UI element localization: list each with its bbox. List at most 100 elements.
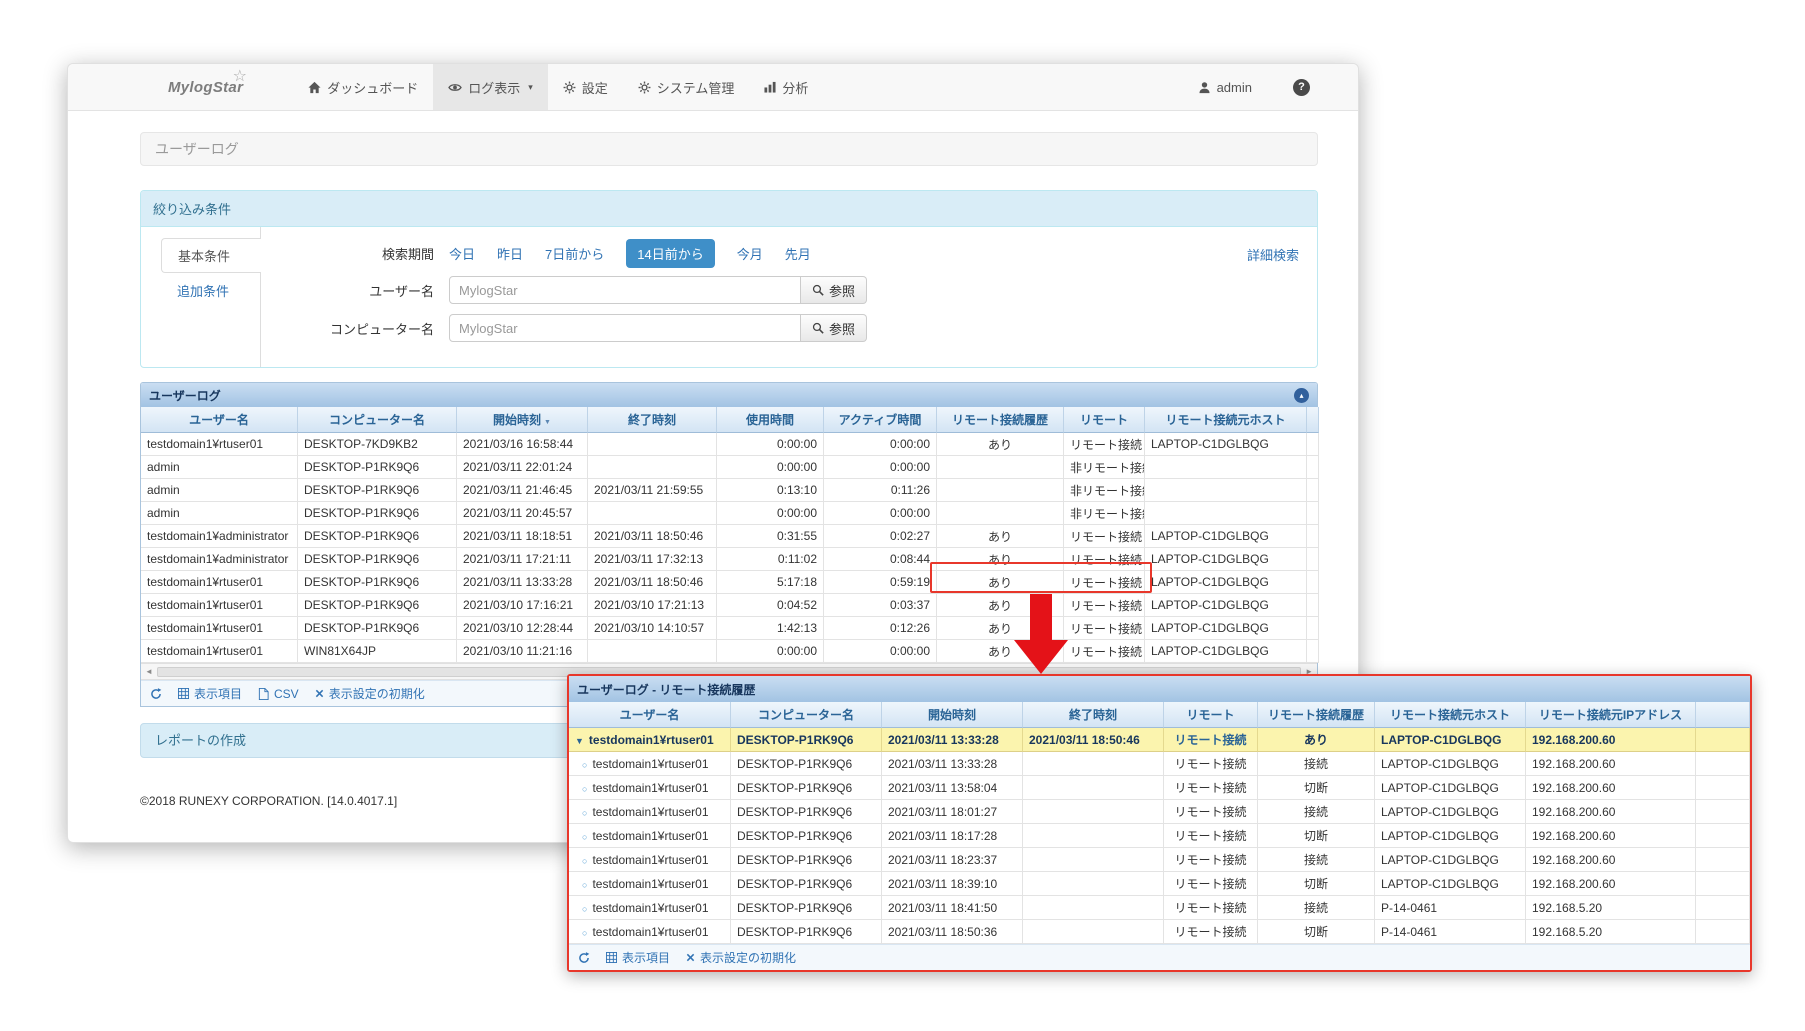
remote-history-cell[interactable]: あり bbox=[937, 640, 1064, 663]
row-filler bbox=[1307, 548, 1319, 571]
remote-history-detail-row[interactable]: ○testdomain1¥rtuser01DESKTOP-P1RK9Q62021… bbox=[569, 848, 1750, 872]
remote-history-detail-row[interactable]: ○testdomain1¥rtuser01DESKTOP-P1RK9Q62021… bbox=[569, 872, 1750, 896]
computer-input-group: 参照 bbox=[449, 314, 867, 342]
brand-logo[interactable]: MylogStar ☆ bbox=[168, 64, 243, 110]
help-button[interactable]: ? bbox=[1293, 79, 1310, 96]
usage-time-cell: 0:31:55 bbox=[717, 525, 824, 548]
start-time-cell: 2021/03/10 12:28:44 bbox=[457, 617, 588, 640]
remote-history-detail-row[interactable]: ○testdomain1¥rtuser01DESKTOP-P1RK9Q62021… bbox=[569, 776, 1750, 800]
user-menu[interactable]: admin bbox=[1183, 80, 1267, 95]
col-header-start[interactable]: 開始時刻 bbox=[882, 702, 1023, 728]
remote-ip-cell: 192.168.200.60 bbox=[1526, 752, 1696, 776]
remote-history-detail-row[interactable]: ○testdomain1¥rtuser01DESKTOP-P1RK9Q62021… bbox=[569, 896, 1750, 920]
period-yesterday[interactable]: 昨日 bbox=[497, 244, 523, 263]
col-header-computer[interactable]: コンピューター名 bbox=[731, 702, 882, 728]
col-header-remote[interactable]: リモート bbox=[1164, 702, 1258, 728]
col-header-end[interactable]: 終了時刻 bbox=[1023, 702, 1164, 728]
col-header-remote-history[interactable]: リモート接続履歴 bbox=[937, 407, 1064, 433]
csv-button[interactable]: CSV bbox=[258, 687, 299, 701]
col-header-remote-history[interactable]: リモート接続履歴 bbox=[1258, 702, 1375, 728]
refresh-button[interactable] bbox=[578, 952, 590, 964]
refresh-button[interactable] bbox=[150, 688, 162, 700]
remote-history-detail-row[interactable]: ○testdomain1¥rtuser01DESKTOP-P1RK9Q62021… bbox=[569, 800, 1750, 824]
end-time-cell: 2021/03/11 18:50:46 bbox=[588, 571, 717, 594]
col-header-remote-host[interactable]: リモート接続元ホスト bbox=[1145, 407, 1307, 433]
col-header-user[interactable]: ユーザー名 bbox=[569, 702, 731, 728]
expand-triangle-icon[interactable]: ▼ bbox=[575, 736, 584, 746]
log-table-row[interactable]: testdomain1¥rtuser01WIN81X64JP2021/03/10… bbox=[141, 640, 1319, 663]
user-cell: ○testdomain1¥rtuser01 bbox=[569, 848, 731, 872]
computer-cell: DESKTOP-P1RK9Q6 bbox=[731, 752, 882, 776]
remote-history-cell[interactable]: あり bbox=[937, 525, 1064, 548]
end-time-cell bbox=[1023, 824, 1164, 848]
user-cell: ○testdomain1¥rtuser01 bbox=[569, 920, 731, 944]
computer-cell: DESKTOP-P1RK9Q6 bbox=[298, 525, 457, 548]
remote-history-cell[interactable]: あり bbox=[937, 571, 1064, 594]
nav-settings[interactable]: 設定 bbox=[548, 64, 623, 110]
period-this-month[interactable]: 今月 bbox=[737, 244, 763, 263]
display-items-button[interactable]: 表示項目 bbox=[178, 685, 242, 702]
col-header-remote-ip[interactable]: リモート接続元IPアドレス bbox=[1526, 702, 1696, 728]
col-header-remote[interactable]: リモート bbox=[1064, 407, 1145, 433]
question-icon: ? bbox=[1298, 81, 1305, 93]
log-table-row[interactable]: testdomain1¥administratorDESKTOP-P1RK9Q6… bbox=[141, 525, 1319, 548]
nav-right: admin ? bbox=[1183, 64, 1358, 110]
col-header-remote-host[interactable]: リモート接続元ホスト bbox=[1375, 702, 1526, 728]
end-time-cell bbox=[1023, 920, 1164, 944]
period-7days[interactable]: 7日前から bbox=[545, 244, 604, 263]
record-circle-icon: ○ bbox=[582, 856, 587, 866]
tab-additional-conditions[interactable]: 追加条件 bbox=[161, 273, 260, 308]
remote-history-detail-row[interactable]: ○testdomain1¥rtuser01DESKTOP-P1RK9Q62021… bbox=[569, 824, 1750, 848]
log-table-row[interactable]: adminDESKTOP-P1RK9Q62021/03/11 22:01:240… bbox=[141, 456, 1319, 479]
period-14days[interactable]: 14日前から bbox=[626, 239, 714, 268]
log-table-row[interactable]: adminDESKTOP-P1RK9Q62021/03/11 20:45:570… bbox=[141, 502, 1319, 525]
log-table-row[interactable]: testdomain1¥administratorDESKTOP-P1RK9Q6… bbox=[141, 548, 1319, 571]
reset-display-button[interactable]: 表示設定の初期化 bbox=[315, 685, 425, 702]
computer-input[interactable] bbox=[449, 314, 801, 342]
col-header-user[interactable]: ユーザー名 bbox=[141, 407, 298, 433]
log-table-row[interactable]: testdomain1¥rtuser01DESKTOP-P1RK9Q62021/… bbox=[141, 594, 1319, 617]
remote-history-cell[interactable]: あり bbox=[937, 594, 1064, 617]
remote-history-cell[interactable]: あり bbox=[937, 548, 1064, 571]
col-header-computer[interactable]: コンピューター名 bbox=[298, 407, 457, 433]
sort-desc-icon: ▼ bbox=[544, 419, 551, 426]
record-circle-icon: ○ bbox=[582, 880, 587, 890]
remote-history-cell[interactable]: あり bbox=[937, 433, 1064, 456]
advanced-search-link[interactable]: 詳細検索 bbox=[1247, 245, 1299, 264]
end-time-cell: 2021/03/11 18:50:46 bbox=[1023, 728, 1164, 752]
period-today[interactable]: 今日 bbox=[449, 244, 475, 263]
remote-history-detail-row[interactable]: ○testdomain1¥rtuser01DESKTOP-P1RK9Q62021… bbox=[569, 752, 1750, 776]
col-header-usage[interactable]: 使用時間 bbox=[717, 407, 824, 433]
log-table-row[interactable]: testdomain1¥rtuser01DESKTOP-P1RK9Q62021/… bbox=[141, 571, 1319, 594]
computer-cell: DESKTOP-P1RK9Q6 bbox=[298, 502, 457, 525]
nav-analysis[interactable]: 分析 bbox=[749, 64, 823, 110]
nav-dashboard[interactable]: ダッシュボード bbox=[293, 64, 433, 110]
record-circle-icon: ○ bbox=[582, 928, 587, 938]
scroll-left-icon[interactable]: ◄ bbox=[145, 668, 153, 676]
remote-cell: リモート接続 bbox=[1164, 776, 1258, 800]
col-header-end[interactable]: 終了時刻 bbox=[588, 407, 717, 433]
collapse-button[interactable]: ▴ bbox=[1294, 388, 1309, 403]
user-name-text: testdomain1¥rtuser01 bbox=[589, 733, 714, 747]
period-last-month[interactable]: 先月 bbox=[785, 244, 811, 263]
end-time-cell bbox=[588, 456, 717, 479]
reset-display-button[interactable]: 表示設定の初期化 bbox=[686, 949, 796, 966]
computer-browse-button[interactable]: 参照 bbox=[801, 314, 867, 342]
log-table-row[interactable]: testdomain1¥rtuser01DESKTOP-7KD9KB22021/… bbox=[141, 433, 1319, 456]
remote-history-cell[interactable]: あり bbox=[937, 617, 1064, 640]
tab-basic-conditions[interactable]: 基本条件 bbox=[161, 238, 261, 273]
user-log-panel-header[interactable]: ユーザーログ ▴ bbox=[141, 383, 1317, 407]
log-table-row[interactable]: adminDESKTOP-P1RK9Q62021/03/11 21:46:452… bbox=[141, 479, 1319, 502]
nav-log-display[interactable]: ログ表示 ▾ bbox=[433, 64, 548, 110]
remote-history-parent-row[interactable]: ▼testdomain1¥rtuser01DESKTOP-P1RK9Q62021… bbox=[569, 728, 1750, 752]
display-items-button[interactable]: 表示項目 bbox=[606, 949, 670, 966]
remote-history-detail-row[interactable]: ○testdomain1¥rtuser01DESKTOP-P1RK9Q62021… bbox=[569, 920, 1750, 944]
row-filler bbox=[1307, 525, 1319, 548]
username-input[interactable] bbox=[449, 276, 801, 304]
col-header-start[interactable]: 開始時刻▼ bbox=[457, 407, 588, 433]
remote-history-cell: あり bbox=[1258, 728, 1375, 752]
username-browse-button[interactable]: 参照 bbox=[801, 276, 867, 304]
log-table-row[interactable]: testdomain1¥rtuser01DESKTOP-P1RK9Q62021/… bbox=[141, 617, 1319, 640]
col-header-active[interactable]: アクティブ時間 bbox=[824, 407, 937, 433]
nav-system-admin[interactable]: システム管理 bbox=[623, 64, 750, 110]
